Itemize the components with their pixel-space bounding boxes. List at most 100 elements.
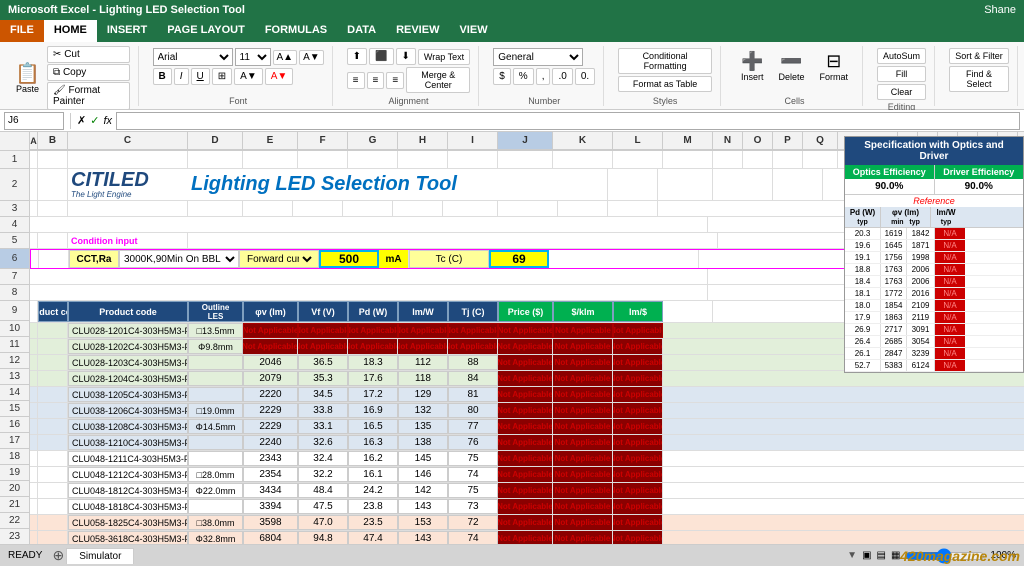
tab-page-layout[interactable]: PAGE LAYOUT — [157, 20, 255, 42]
paste-button[interactable]: 📋 Paste — [10, 59, 45, 97]
sort-filter-button[interactable]: Sort & Filter — [949, 48, 1009, 64]
row-header-1[interactable]: 1 — [0, 151, 30, 169]
decrease-decimal-button[interactable]: 0. — [575, 68, 595, 85]
row-header-20[interactable]: 20 — [0, 481, 30, 497]
row-header-22[interactable]: 22 — [0, 513, 30, 529]
border-button[interactable]: ⊞ — [212, 68, 232, 85]
product-code-1[interactable]: CLU028-1201C4-303H5M3-F1 — [68, 323, 188, 338]
align-center-button[interactable]: ≡ — [367, 72, 385, 89]
cut-button[interactable]: ✂ Cut — [47, 46, 130, 63]
italic-button[interactable]: I — [174, 68, 189, 85]
delete-button[interactable]: ➖ Delete — [773, 48, 811, 85]
comma-button[interactable]: , — [536, 68, 551, 85]
align-top-button[interactable]: ⬆ — [347, 48, 367, 65]
col-header-j[interactable]: J — [498, 132, 553, 150]
tab-formulas[interactable]: FORMULAS — [255, 20, 337, 42]
col-header-f[interactable]: F — [298, 132, 348, 150]
product-code-5[interactable]: CLU038-1205C4-303H5M3-F1 — [68, 387, 188, 402]
row-header-7[interactable]: 7 — [0, 269, 30, 285]
font-color-button[interactable]: A▼ — [265, 68, 294, 85]
tab-review[interactable]: REVIEW — [386, 20, 449, 42]
row-header-10[interactable]: 10 — [0, 321, 30, 337]
format-painter-button[interactable]: 🖌 Format Painter — [47, 82, 130, 110]
col-header-e[interactable]: E — [243, 132, 298, 150]
underline-button[interactable]: U — [191, 68, 210, 85]
add-sheet-button[interactable]: ⊕ — [52, 547, 64, 564]
font-select[interactable]: Arial — [153, 48, 233, 66]
product-code-14[interactable]: CLU058-3618C4-303H5M3-F1 — [68, 531, 188, 544]
format-button[interactable]: ⊟ Format — [814, 48, 855, 85]
copy-button[interactable]: ⧉ Copy — [47, 64, 130, 81]
merge-center-button[interactable]: Merge & Center — [406, 67, 470, 93]
tab-insert[interactable]: INSERT — [97, 20, 157, 42]
row-header-18[interactable]: 18 — [0, 449, 30, 465]
row-header-15[interactable]: 15 — [0, 401, 30, 417]
tab-file[interactable]: FILE — [0, 20, 44, 42]
tab-data[interactable]: DATA — [337, 20, 386, 42]
row-header-21[interactable]: 21 — [0, 497, 30, 513]
product-code-10[interactable]: CLU048-1212C4-303H5M3-F1 — [68, 467, 188, 482]
col-header-a[interactable]: A — [30, 132, 38, 150]
product-code-11[interactable]: CLU048-1812C4-303H5M3-F1 — [68, 483, 188, 498]
row-header-9[interactable]: 9 — [0, 301, 30, 321]
clear-button[interactable]: Clear — [877, 84, 926, 100]
tc-value-cell[interactable]: 69 — [489, 250, 549, 268]
row-header-14[interactable]: 14 — [0, 385, 30, 401]
row-header-6[interactable]: 6 — [0, 249, 30, 269]
tab-view[interactable]: VIEW — [449, 20, 497, 42]
fill-button[interactable]: Fill — [877, 66, 926, 82]
fill-color-button[interactable]: A▼ — [234, 68, 263, 85]
decrease-font-button[interactable]: A▼ — [299, 50, 324, 65]
align-right-button[interactable]: ≡ — [386, 72, 404, 89]
col-header-n[interactable]: N — [713, 132, 743, 150]
increase-font-button[interactable]: A▲ — [273, 50, 298, 65]
product-code-6[interactable]: CLU038-1206C4-303H5M3-F1 — [68, 403, 188, 418]
col-header-d[interactable]: D — [188, 132, 243, 150]
col-header-c[interactable]: C — [68, 132, 188, 150]
row-header-5[interactable]: 5 — [0, 233, 30, 249]
product-code-13[interactable]: CLU058-1825C4-303H5M3-F1 — [68, 515, 188, 530]
align-bottom-button[interactable]: ⬇ — [396, 48, 416, 65]
currency-button[interactable]: $ — [493, 68, 511, 85]
row-header-3[interactable]: 3 — [0, 201, 30, 217]
product-code-7[interactable]: CLU038-1208C4-303H5M3-F1 — [68, 419, 188, 434]
find-select-button[interactable]: Find & Select — [949, 66, 1009, 92]
page-break-view-button[interactable]: ▦ — [891, 550, 900, 561]
autosum-button[interactable]: AutoSum — [877, 48, 926, 64]
row-header-16[interactable]: 16 — [0, 417, 30, 433]
col-header-o[interactable]: O — [743, 132, 773, 150]
bold-button[interactable]: B — [153, 68, 172, 85]
condition-select[interactable]: 3000K,90Min On BBL — [120, 251, 238, 267]
product-code-2[interactable]: CLU028-1202C4-303H5M3-F1 — [68, 339, 188, 354]
formula-input[interactable] — [116, 112, 1020, 130]
col-header-i[interactable]: I — [448, 132, 498, 150]
row-header-13[interactable]: 13 — [0, 369, 30, 385]
format-as-table-button[interactable]: Format as Table — [618, 76, 712, 92]
cancel-formula-button[interactable]: ✗ — [77, 114, 86, 127]
font-size-select[interactable]: 11 — [235, 48, 271, 66]
simulator-tab[interactable]: Simulator — [66, 548, 134, 564]
col-header-b[interactable]: B — [38, 132, 68, 150]
conditional-formatting-button[interactable]: Conditional Formatting — [618, 48, 712, 74]
product-code-4[interactable]: CLU028-1204C4-303H5M3-F1 — [68, 371, 188, 386]
row-header-12[interactable]: 12 — [0, 353, 30, 369]
insert-function-button[interactable]: fx — [103, 115, 112, 127]
condition-dropdown-cell[interactable]: 3000K,90Min On BBL — [119, 250, 239, 268]
product-code-3[interactable]: CLU028-1203C4-303H5M3-F1 — [68, 355, 188, 370]
align-left-button[interactable]: ≡ — [347, 72, 365, 89]
tab-home[interactable]: HOME — [44, 20, 97, 42]
page-layout-view-button[interactable]: ▤ — [877, 550, 886, 561]
col-header-p[interactable]: P — [773, 132, 803, 150]
percent-button[interactable]: % — [513, 68, 534, 85]
number-format-select[interactable]: General — [493, 48, 583, 66]
align-middle-button[interactable]: ⬛ — [369, 48, 393, 65]
row-header-23[interactable]: 23 — [0, 529, 30, 544]
col-header-m[interactable]: M — [663, 132, 713, 150]
wrap-text-button[interactable]: Wrap Text — [418, 49, 470, 65]
current-value-cell[interactable]: 500 — [319, 250, 379, 268]
col-header-q[interactable]: Q — [803, 132, 838, 150]
col-header-g[interactable]: G — [348, 132, 398, 150]
forward-current-select[interactable]: Forward current — [243, 252, 315, 266]
insert-button[interactable]: ➕ Insert — [735, 48, 770, 85]
normal-view-button[interactable]: ▣ — [862, 550, 871, 561]
